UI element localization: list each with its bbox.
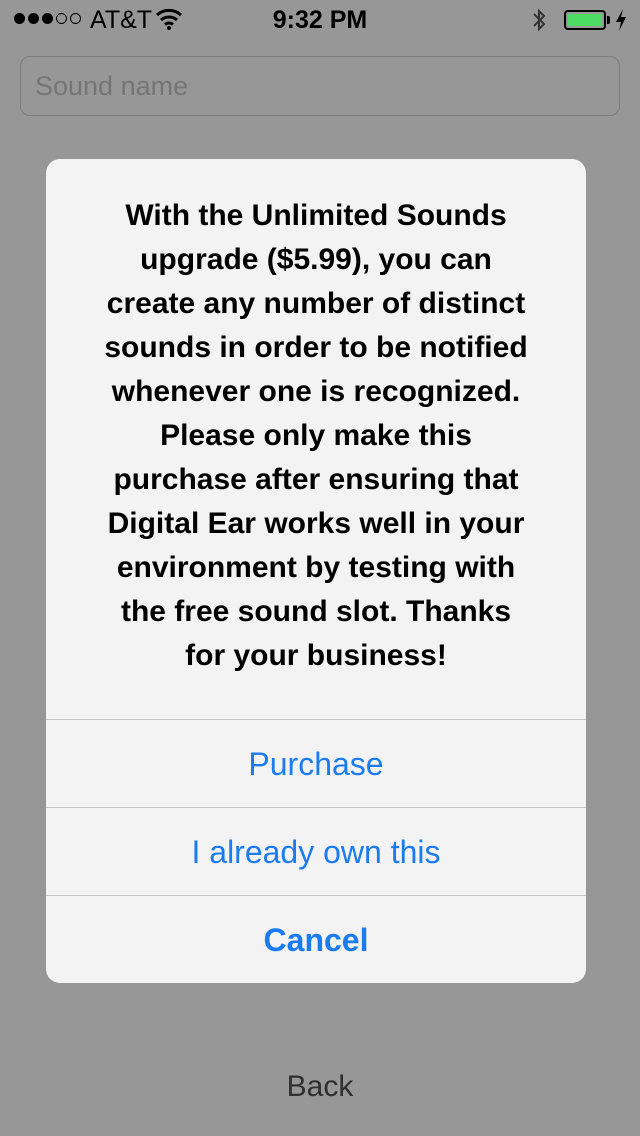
alert-message-line: create any number of distinct <box>106 287 526 320</box>
charging-icon <box>615 8 627 37</box>
cancel-button[interactable]: Cancel <box>46 895 586 983</box>
alert-message-line: whenever one is recognized. <box>111 375 521 408</box>
alert-message-line: purchase after ensuring that <box>113 463 519 496</box>
battery-tip <box>607 16 610 24</box>
battery-level <box>568 14 602 26</box>
back-button[interactable]: Back <box>0 1070 640 1104</box>
alert-message-line: environment by testing with <box>116 551 516 584</box>
battery-icon <box>564 10 606 30</box>
alert-message-line: Digital Ear works well in your <box>107 507 525 540</box>
alert-message-line: With the Unlimited Sounds <box>125 199 507 232</box>
already-own-button[interactable]: I already own this <box>46 807 586 895</box>
alert-message-line: Please only make this <box>160 419 472 452</box>
bluetooth-icon <box>532 6 546 39</box>
status-bar: AT&T 9:32 PM <box>0 0 640 40</box>
upgrade-alert-dialog: With the Unlimited Sounds upgrade ($5.99)… <box>46 159 586 983</box>
alert-message-line: for your business! <box>185 639 447 672</box>
alert-message-line: sounds in order to be notified <box>104 331 528 364</box>
alert-message-line: upgrade ($5.99), you can <box>140 243 492 276</box>
alert-message-line: the free sound slot. Thanks <box>120 595 512 628</box>
sound-name-input[interactable] <box>20 56 620 116</box>
purchase-button[interactable]: Purchase <box>46 719 586 807</box>
